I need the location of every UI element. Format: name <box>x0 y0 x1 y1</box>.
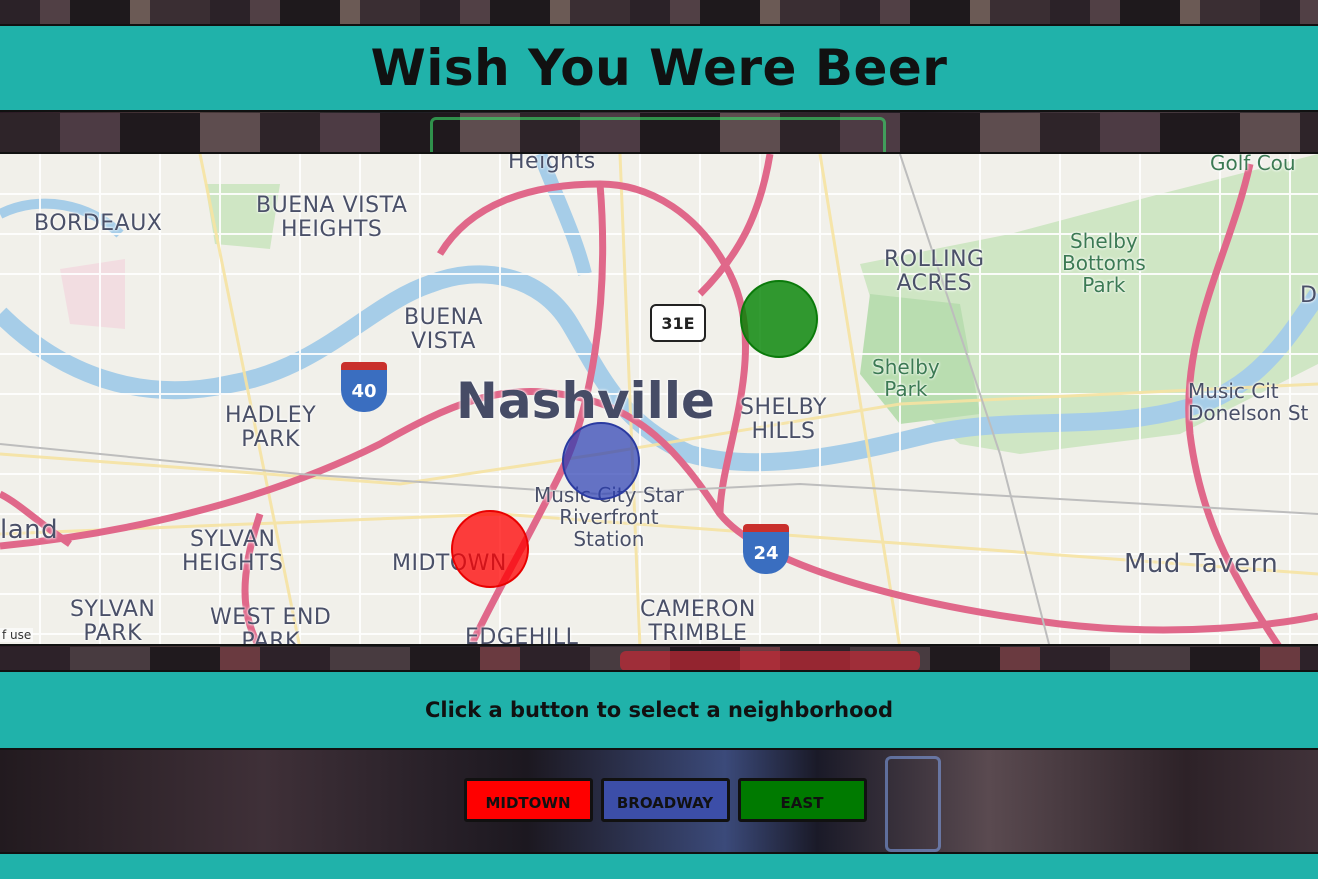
map-label-hadley-park: HADLEY PARK <box>225 403 317 453</box>
broadway-button[interactable]: BROADWAY <box>600 778 730 822</box>
neighborhood-map[interactable]: BORDEAUX BUENA VISTA HEIGHTS BUENA VISTA… <box>0 152 1318 646</box>
site-title: Wish You Were Beer <box>370 39 948 97</box>
map-label-shelby-hills: SHELBY HILLS <box>740 395 827 445</box>
map-label-shelby-bottoms-park: Shelby Bottoms Park <box>1062 229 1146 297</box>
map-label-west-end-park: WEST END PARK <box>210 605 332 646</box>
map-label-sylvan-heights: SYLVAN HEIGHTS <box>182 527 284 577</box>
map-label-city: Nashville <box>456 372 715 430</box>
midtown-button[interactable]: MIDTOWN <box>463 778 593 822</box>
map-label-golf-course: Golf Cou <box>1210 152 1296 175</box>
map-label-cameron-trimble: CAMERON TRIMBLE <box>640 597 756 646</box>
map-label-shelby-park: Shelby Park <box>872 355 940 401</box>
site-header: Wish You Were Beer <box>0 24 1318 112</box>
map-label-sylvan-park: SYLVAN PARK <box>70 597 156 646</box>
map-label-land: land <box>0 515 59 545</box>
background-image-strip-neon <box>0 113 1318 153</box>
map-label-heights: Heights <box>508 152 596 174</box>
instruction-bar: Click a button to select a neighborhood <box>0 670 1318 750</box>
map-label-bordeaux: BORDEAUX <box>34 211 163 236</box>
neighborhood-button-group: MIDTOWN BROADWAY EAST <box>0 778 1318 822</box>
east-button[interactable]: EAST <box>737 778 867 822</box>
map-label-edgehill: EDGEHILL <box>465 625 579 646</box>
marker-midtown[interactable] <box>451 510 529 588</box>
instruction-text: Click a button to select a neighborhood <box>424 698 894 722</box>
marker-east[interactable] <box>740 280 818 358</box>
us-route-31e-shield-icon: 31E <box>650 304 706 342</box>
interstate-40-shield-icon: 40 <box>341 362 387 412</box>
map-label-rolling-acres: ROLLING ACRES <box>884 247 985 297</box>
site-footer <box>0 852 1318 879</box>
map-label-buena-vista-heights: BUENA VISTA HEIGHTS <box>256 193 408 243</box>
background-image-strip-middle <box>0 647 1318 672</box>
interstate-24-shield-icon: 24 <box>743 524 789 574</box>
map-terms-link[interactable]: f use <box>0 628 34 642</box>
map-label-donelson-station: Music Cit Donelson St <box>1188 379 1309 425</box>
background-image-strip-top <box>0 0 1318 24</box>
map-label-edge: D <box>1300 283 1318 308</box>
map-label-mud-tavern: Mud Tavern <box>1124 549 1279 579</box>
marker-broadway[interactable] <box>562 422 640 500</box>
map-label-buena-vista: BUENA VISTA <box>404 305 484 355</box>
